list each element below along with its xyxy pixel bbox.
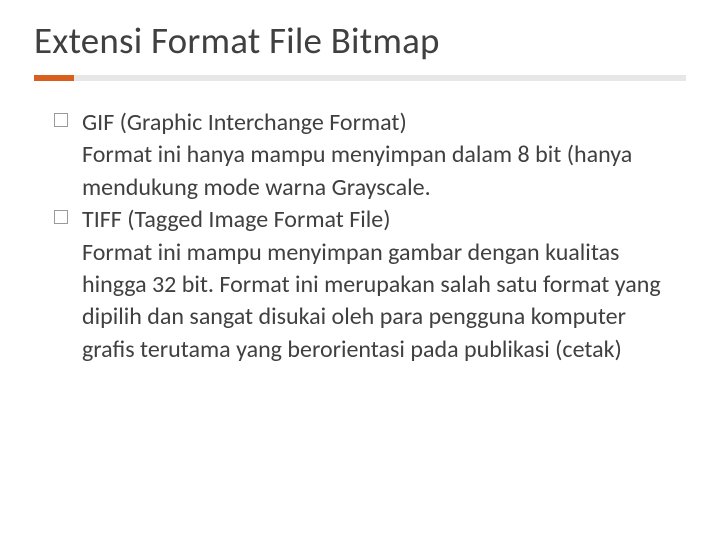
item-heading: GIF (Graphic Interchange Format) bbox=[82, 107, 680, 139]
accent-bar bbox=[34, 75, 74, 81]
item-detail: Format ini mampu menyimpan gambar dengan… bbox=[82, 237, 680, 367]
body: GIF (Graphic Interchange Format) Format … bbox=[34, 107, 686, 366]
slide: Extensi Format File Bitmap GIF (Graphic … bbox=[0, 0, 720, 540]
item-heading: TIFF (Tagged Image Format File) bbox=[82, 204, 680, 236]
title-rule bbox=[34, 75, 686, 81]
page-title: Extensi Format File Bitmap bbox=[34, 18, 686, 63]
list-item-content: GIF (Graphic Interchange Format) Format … bbox=[82, 107, 680, 204]
list-item: GIF (Graphic Interchange Format) Format … bbox=[54, 107, 680, 204]
item-detail: Format ini hanya mampu menyimpan dalam 8… bbox=[82, 139, 680, 204]
list-item-content: TIFF (Tagged Image Format File) Format i… bbox=[82, 204, 680, 366]
square-bullet-icon bbox=[54, 113, 68, 127]
square-bullet-icon bbox=[54, 210, 68, 224]
list-item: TIFF (Tagged Image Format File) Format i… bbox=[54, 204, 680, 366]
